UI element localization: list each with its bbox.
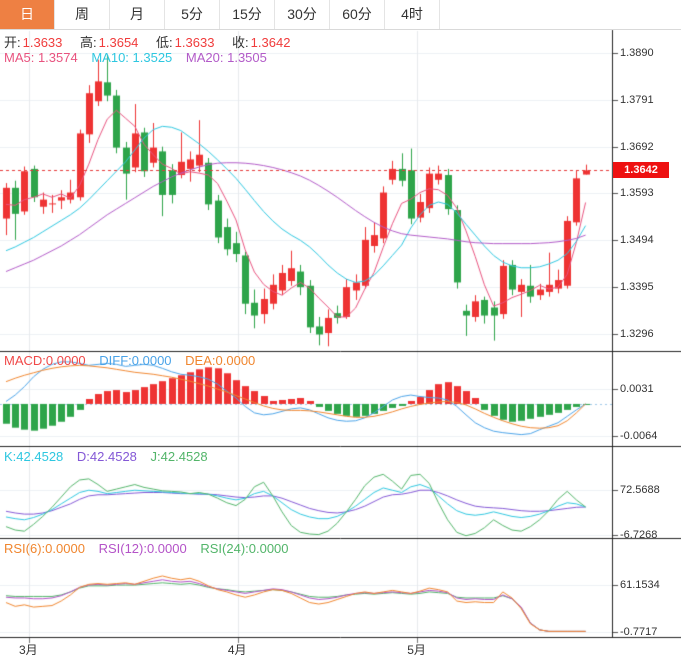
tab-60min[interactable]: 60分: [330, 0, 385, 29]
y-axis-label: 1.3791: [620, 93, 678, 107]
y-axis-label: 1.3395: [620, 280, 678, 294]
close-value: 1.3642: [251, 35, 291, 50]
y-axis-label: 1.3593: [620, 186, 678, 200]
dea-value: DEA:0.0000: [185, 353, 255, 368]
current-price-tag: 1.3642: [613, 162, 669, 178]
macd-value: MACD:0.0000: [4, 353, 86, 368]
open-value: 1.3633: [23, 35, 63, 50]
macd-legend: MACD:0.0000 DIFF:0.0000 DEA:0.0000: [4, 353, 265, 368]
period-tabbar: 日 周 月 5分 15分 30分 60分 4时: [0, 0, 681, 30]
rsi12-value: RSI(12):0.0000: [99, 541, 187, 556]
tab-30min[interactable]: 30分: [275, 0, 330, 29]
tab-5min[interactable]: 5分: [165, 0, 220, 29]
y-axis-label: 1.3890: [620, 46, 678, 60]
kdj-legend: K:42.4528 D:42.4528 J:42.4528: [4, 449, 218, 464]
y-axis-label: 72.5688: [620, 483, 678, 497]
rsi24-value: RSI(24):0.0000: [200, 541, 288, 556]
diff-value: DIFF:0.0000: [99, 353, 171, 368]
tab-15min[interactable]: 15分: [220, 0, 275, 29]
rsi-legend: RSI(6):0.0000 RSI(12):0.0000 RSI(24):0.0…: [4, 541, 299, 556]
high-value: 1.3654: [99, 35, 139, 50]
low-value: 1.3633: [175, 35, 215, 50]
trading-chart-app: 日 周 月 5分 15分 30分 60分 4时 开:1.3633 高:1.365…: [0, 0, 681, 669]
ma-legend: MA5: 1.3574 MA10: 1.3525 MA20: 1.3505: [4, 50, 277, 65]
ohlc-readout: 开:1.3633 高:1.3654 低:1.3633 收:1.3642: [4, 32, 304, 51]
j-value: J:42.4528: [151, 449, 208, 464]
x-axis-label-may: 5月: [407, 641, 426, 658]
open-label: 开:: [4, 35, 21, 50]
x-axis-label-april: 4月: [228, 641, 247, 658]
low-label: 低:: [156, 35, 173, 50]
y-axis-label: -0.0064: [620, 429, 678, 443]
k-value: K:42.4528: [4, 449, 63, 464]
ma5-legend: MA5: 1.3574: [4, 50, 78, 65]
tab-day[interactable]: 日: [0, 0, 55, 29]
chart-canvas[interactable]: [0, 0, 681, 669]
y-axis-label: 1.3692: [620, 140, 678, 154]
tab-week[interactable]: 周: [55, 0, 110, 29]
tab-month[interactable]: 月: [110, 0, 165, 29]
y-axis-label: 1.3296: [620, 327, 678, 341]
y-axis-label: 0.0031: [620, 382, 678, 396]
tab-4hour[interactable]: 4时: [385, 0, 440, 29]
y-axis-label: -6.7268: [620, 528, 678, 542]
y-axis-label: 1.3494: [620, 233, 678, 247]
ma10-legend: MA10: 1.3525: [91, 50, 172, 65]
ma20-legend: MA20: 1.3505: [186, 50, 267, 65]
high-label: 高:: [80, 35, 97, 50]
x-axis-label-march: 3月: [19, 641, 38, 658]
d-value: D:42.4528: [77, 449, 137, 464]
rsi6-value: RSI(6):0.0000: [4, 541, 85, 556]
y-axis-label: -0.7717: [620, 625, 678, 639]
y-axis-label: 61.1534: [620, 578, 678, 592]
close-label: 收:: [232, 35, 249, 50]
